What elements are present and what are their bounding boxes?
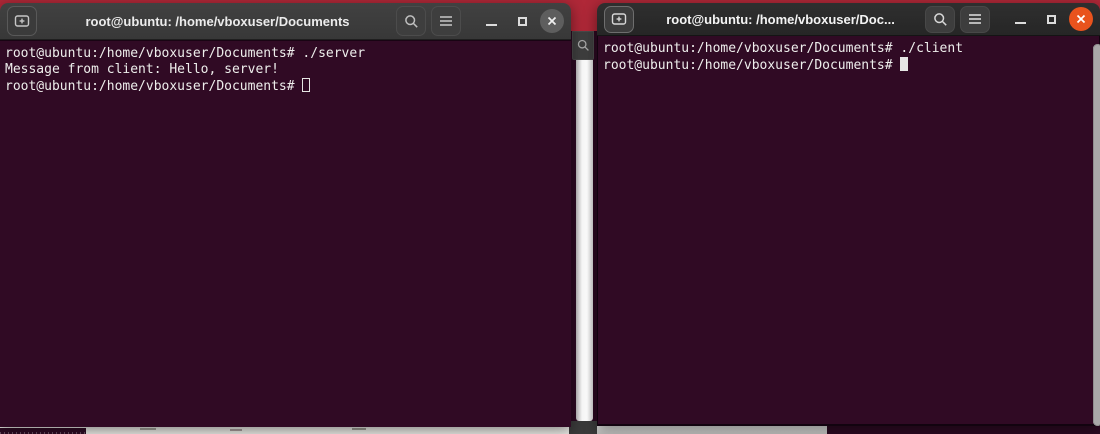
overlay-scrollbar[interactable]: [1093, 44, 1100, 426]
maximize-icon: [1046, 14, 1056, 24]
minimize-icon: [1014, 21, 1026, 24]
window-title: root@ubuntu: /home/vboxuser/Doc...: [666, 11, 895, 27]
search-icon: [933, 12, 948, 27]
minimize-button[interactable]: [1007, 6, 1033, 32]
desktop: root@ubuntu: /home/vboxuser/Documents ro…: [0, 0, 1100, 434]
bottom-edge-mark: [352, 428, 366, 430]
search-button[interactable]: [396, 6, 426, 36]
terminal-line: root@ubuntu:/home/vboxuser/Documents# ./…: [5, 46, 366, 61]
terminal-line: root@ubuntu:/home/vboxuser/Documents# ./…: [603, 41, 964, 56]
search-button[interactable]: [925, 5, 955, 33]
bottom-edge-mark: [140, 428, 156, 430]
menu-button[interactable]: [960, 5, 990, 33]
bottom-left-terminal-edge: [0, 428, 86, 434]
terminal-line: root@ubuntu:/home/vboxuser/Documents#: [603, 57, 1097, 74]
close-icon: [1075, 13, 1087, 25]
hamburger-menu-icon: [439, 15, 453, 27]
search-icon: [404, 14, 419, 29]
menu-button[interactable]: [431, 6, 461, 36]
terminal-line: Message from client: Hello, server!: [5, 62, 279, 77]
terminal-cursor: [900, 57, 909, 71]
terminal-line: root@ubuntu:/home/vboxuser/Documents#: [5, 78, 569, 95]
new-tab-button[interactable]: [7, 6, 37, 36]
minimize-icon: [485, 23, 497, 26]
close-button[interactable]: [1069, 7, 1093, 31]
terminal-output-area[interactable]: root@ubuntu:/home/vboxuser/Documents# ./…: [597, 36, 1100, 426]
background-window-bottom-edge: [569, 421, 597, 434]
hamburger-menu-icon: [968, 13, 982, 25]
close-button[interactable]: [540, 9, 564, 33]
terminal-window-server: root@ubuntu: /home/vboxuser/Documents ro…: [0, 3, 571, 427]
maximize-icon: [517, 16, 527, 26]
minimize-button[interactable]: [478, 8, 504, 34]
maximize-button[interactable]: [1038, 6, 1064, 32]
new-tab-icon: [611, 12, 627, 26]
bottom-right-window-edge: [597, 426, 827, 434]
maximize-button[interactable]: [509, 8, 535, 34]
close-icon: [546, 15, 558, 27]
new-tab-icon: [14, 14, 30, 28]
bottom-edge-mark: [230, 429, 242, 431]
terminal-cursor: [302, 78, 311, 92]
headerbar[interactable]: root@ubuntu: /home/vboxuser/Doc...: [597, 3, 1100, 36]
background-window-body-edge: [576, 60, 593, 421]
search-icon: [577, 39, 590, 52]
terminal-window-client: root@ubuntu: /home/vboxuser/Doc... root@…: [597, 3, 1100, 426]
bottom-right-terminal-edge: [827, 425, 1100, 434]
headerbar[interactable]: root@ubuntu: /home/vboxuser/Documents: [0, 3, 571, 40]
background-window-search-button[interactable]: [572, 31, 594, 60]
new-tab-button[interactable]: [604, 5, 634, 33]
terminal-output-area[interactable]: root@ubuntu:/home/vboxuser/Documents# ./…: [0, 40, 571, 427]
window-title: root@ubuntu: /home/vboxuser/Documents: [85, 13, 350, 29]
